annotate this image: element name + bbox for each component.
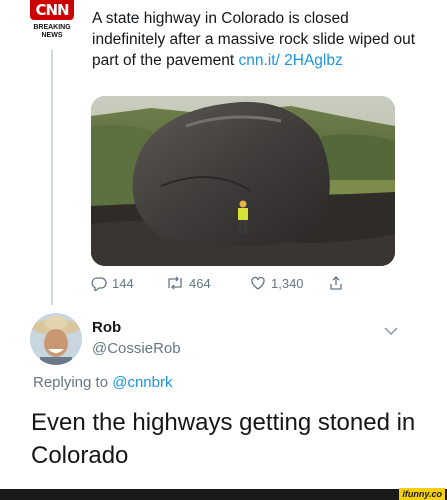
breaking-news-label: BREAKING NEWS — [33, 24, 71, 39]
replying-to-handle[interactable]: @cnnbrk — [112, 374, 172, 391]
tweet-link[interactable]: cnn.it/ 2HAglbz — [238, 52, 342, 69]
reply-count: 144 — [112, 275, 134, 291]
reply-action[interactable]: 144 — [91, 274, 134, 292]
share-icon — [330, 276, 342, 290]
bottom-bar — [0, 489, 447, 500]
reply-author-name[interactable]: Rob — [92, 319, 121, 336]
like-count: 1,340 — [271, 275, 304, 291]
retweet-count: 464 — [189, 275, 211, 291]
like-action[interactable]: 1,340 — [250, 274, 304, 292]
avatar[interactable] — [30, 313, 82, 365]
tweet-text: A state highway in Colorado is closed in… — [92, 8, 422, 71]
tweet-media-image[interactable] — [91, 96, 395, 266]
reply-author-handle[interactable]: @CossieRob — [92, 340, 181, 357]
retweet-icon — [168, 276, 182, 290]
rob-avatar-photo — [30, 313, 82, 365]
reply-text: Even the highways getting stoned in Colo… — [31, 409, 416, 469]
watermark: ifunny.co — [399, 488, 445, 500]
rock-slide-photo — [91, 96, 395, 266]
replying-to: Replying to @cnnbrk — [33, 374, 172, 391]
replying-prefix: Replying to — [33, 374, 113, 391]
retweet-action[interactable]: 464 — [166, 274, 211, 292]
cnn-logo: CNN — [30, 0, 74, 20]
reply-icon — [91, 277, 107, 291]
chevron-down-icon[interactable] — [384, 326, 398, 336]
share-action[interactable] — [328, 274, 349, 292]
heart-icon — [251, 276, 265, 290]
thread-line — [51, 50, 53, 305]
